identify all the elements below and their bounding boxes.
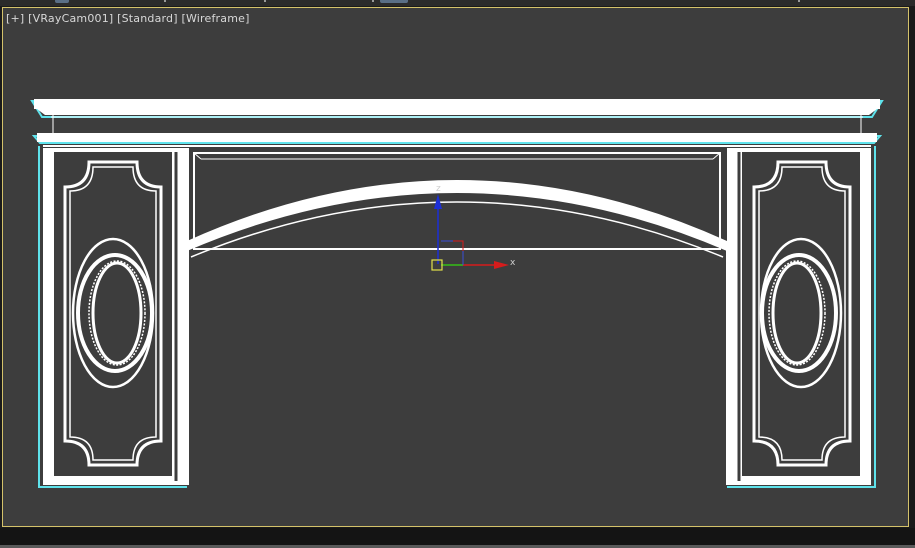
gizmo-plane-xz: [441, 240, 464, 265]
left-pilaster[interactable]: [43, 148, 189, 485]
toolbar-separator: [164, 0, 166, 2]
toolbar-button-fragment[interactable]: [55, 0, 69, 3]
gizmo-x-arrow: [494, 261, 509, 269]
arch-band: [187, 180, 727, 251]
toolbar-button-fragment[interactable]: [380, 0, 408, 3]
toolbar-separator: [798, 0, 800, 2]
toolbar-separator: [372, 0, 374, 2]
left-pilaster-recess: [54, 152, 172, 476]
gizmo-z-label: z: [436, 184, 441, 194]
mantel-cornice: [37, 109, 877, 115]
mantel-shelf[interactable]: [34, 99, 880, 147]
frieze-panel-frame: [193, 152, 721, 250]
gizmo-pivot-box: [431, 259, 443, 271]
right-pilaster[interactable]: [727, 148, 871, 485]
transform-gizmo-icon[interactable]: z x: [431, 184, 516, 271]
mantel-lower-band: [37, 133, 877, 142]
wireframe-scene[interactable]: z x: [3, 8, 908, 526]
gizmo-x-label: x: [510, 258, 516, 268]
camera-viewport[interactable]: [+] [VRayCam001] [Standard] [Wireframe]: [2, 7, 909, 527]
mantel-top-band: [34, 99, 880, 109]
toolbar-separator: [264, 0, 266, 2]
top-toolbar-fragment: [0, 0, 915, 6]
frieze-arch[interactable]: [186, 152, 728, 485]
